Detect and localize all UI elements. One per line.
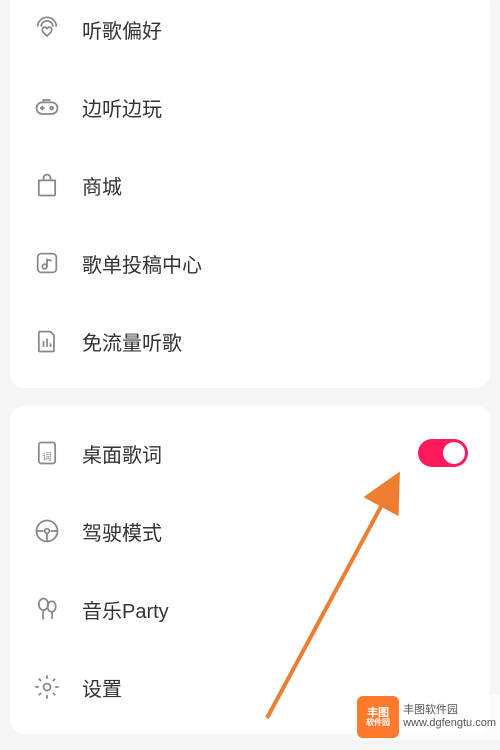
svg-text:词: 词 [42,452,51,462]
menu-item-music-party[interactable]: 音乐Party [10,570,490,648]
desktop-lyrics-toggle[interactable] [418,439,468,467]
menu-item-driving-mode[interactable]: 驾驶模式 [10,492,490,570]
sim-data-icon [32,326,62,356]
menu-item-listen-play[interactable]: 边听边玩 [10,68,490,146]
lyrics-icon: 词 [32,438,62,468]
menu-item-listening-preference[interactable]: 听歌偏好 [10,0,490,68]
watermark-logo: 丰图 软件园 [357,696,399,738]
menu-item-desktop-lyrics[interactable]: 词 桌面歌词 [10,414,490,492]
menu-item-label: 驾驶模式 [82,517,468,546]
menu-item-label: 边听边玩 [82,93,468,122]
menu-item-free-data[interactable]: 免流量听歌 [10,302,490,380]
settings-section-2: 词 桌面歌词 驾驶模式 音乐Party 设置 [10,406,490,734]
gamepad-icon [32,92,62,122]
watermark: 丰图 软件园 丰图软件园 www.dgfengtu.com [353,694,500,740]
balloons-icon [32,594,62,624]
menu-item-playlist-submit[interactable]: 歌单投稿中心 [10,224,490,302]
menu-item-label: 听歌偏好 [82,15,468,44]
menu-item-shop[interactable]: 商城 [10,146,490,224]
steering-wheel-icon [32,516,62,546]
menu-item-label: 音乐Party [82,595,468,624]
menu-item-label: 商城 [82,171,468,200]
gear-icon [32,672,62,702]
watermark-text: 丰图软件园 www.dgfengtu.com [403,704,496,730]
menu-item-label: 桌面歌词 [82,439,418,468]
menu-item-label: 歌单投稿中心 [82,249,468,278]
bag-icon [32,170,62,200]
heart-signal-icon [32,14,62,44]
menu-item-label: 免流量听歌 [82,327,468,356]
playlist-submit-icon [32,248,62,278]
settings-section-1: 听歌偏好 边听边玩 商城 歌单投稿中心 免流量听歌 [10,0,490,388]
